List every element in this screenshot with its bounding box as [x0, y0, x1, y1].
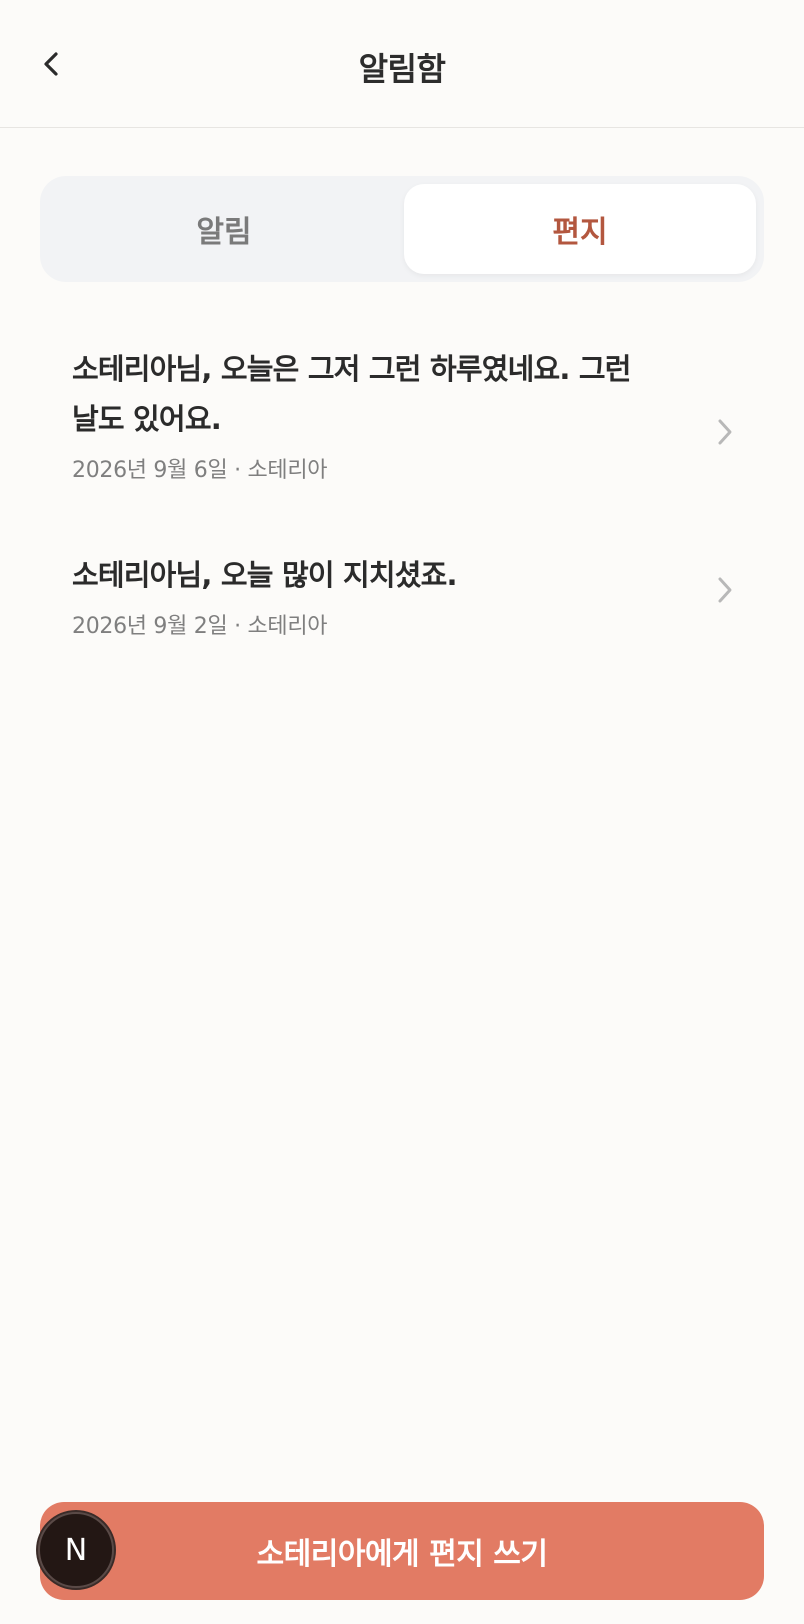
- notification-inbox-screen: 알림함 알림 편지 소테리아님, 오늘은 그저 그런 하루였네요. 그런 날도 …: [0, 0, 804, 1624]
- chevron-right-icon: [710, 575, 740, 605]
- tab-letters[interactable]: 편지: [404, 184, 756, 274]
- avatar-letter: N: [64, 1532, 88, 1568]
- list-item[interactable]: 소테리아님, 오늘은 그저 그런 하루였네요. 그런 날도 있어요. 2026년…: [0, 330, 804, 536]
- chevron-right-icon: [710, 417, 740, 447]
- list-item[interactable]: 소테리아님, 오늘 많이 지치셨죠. 2026년 9월 2일 · 소테리아: [0, 536, 804, 696]
- write-letter-label: 소테리아에게 편지 쓰기: [256, 1537, 548, 1572]
- letter-list: 소테리아님, 오늘은 그저 그런 하루였네요. 그런 날도 있어요. 2026년…: [0, 330, 804, 696]
- letter-meta: 2026년 9월 6일 · 소테리아: [72, 458, 328, 483]
- tab-notifications[interactable]: 알림: [48, 184, 400, 274]
- header: 알림함: [0, 0, 804, 128]
- write-letter-button[interactable]: 소테리아에게 편지 쓰기: [40, 1502, 764, 1600]
- page-title: 알림함: [358, 50, 446, 88]
- letter-meta: 2026년 9월 2일 · 소테리아: [72, 614, 328, 639]
- letter-title: 소테리아님, 오늘은 그저 그런 하루였네요. 그런 날도 있어요.: [72, 352, 631, 436]
- avatar[interactable]: N: [38, 1512, 114, 1588]
- segmented-tabs: 알림 편지: [40, 176, 764, 282]
- letter-title: 소테리아님, 오늘 많이 지치셨죠.: [72, 558, 458, 592]
